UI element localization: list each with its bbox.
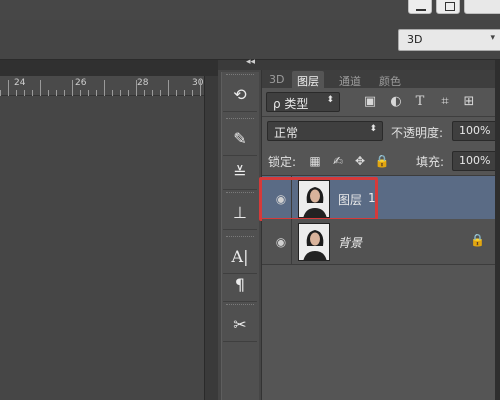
divider — [291, 219, 292, 265]
minimize-icon — [416, 9, 426, 11]
layer-filter-select[interactable]: ρ 类型 ⬍ — [266, 92, 340, 112]
panel-dock-header: ◂◂ — [218, 57, 500, 70]
workspace-select-value: 3D — [407, 33, 423, 46]
lock-pixels-icon[interactable]: ✍ — [330, 153, 346, 169]
window-edge — [495, 60, 500, 400]
type-filter-icon[interactable]: T — [412, 94, 428, 110]
blend-mode-select[interactable]: 正常 ⬍ — [267, 121, 383, 141]
restore-button[interactable] — [436, 0, 460, 14]
ruler-tick — [168, 80, 169, 96]
chevron-down-icon: ▾ — [490, 33, 495, 43]
fill-field[interactable]: 100% — [452, 151, 500, 171]
ruler-tick-label: 30 — [192, 78, 204, 88]
brush-presets-icon[interactable]: ≚ — [223, 156, 257, 190]
tab-channels[interactable]: 通道 — [334, 71, 366, 88]
canvas-edge — [204, 76, 218, 400]
lock-all-icon[interactable]: 🔒 — [374, 153, 390, 169]
dock-handle[interactable] — [226, 74, 254, 76]
dock-handle[interactable] — [226, 236, 254, 238]
horizontal-ruler — [0, 76, 204, 96]
ruler-tick — [104, 80, 105, 96]
tab-3d[interactable]: 3D — [264, 71, 289, 88]
tool-presets-icon[interactable]: ✂ — [223, 308, 257, 342]
workspace-select[interactable]: 3D ▾ — [398, 29, 500, 51]
layer-filter-label: ρ 类型 — [273, 97, 309, 111]
clone-source-icon[interactable]: ⊥ — [223, 196, 257, 230]
tab-layers[interactable]: 图层 — [292, 71, 324, 88]
history-icon[interactable]: ⟲ — [223, 78, 257, 112]
lock-position-icon[interactable]: ✥ — [352, 153, 368, 169]
fill-value: 100% — [459, 154, 491, 167]
chevron-updown-icon: ⬍ — [369, 124, 377, 134]
eye-icon[interactable]: ◉ — [272, 235, 290, 249]
opacity-value: 100% — [459, 124, 491, 137]
selection-highlight — [259, 177, 378, 221]
lock-icon: 🔒 — [470, 233, 485, 247]
opacity-field[interactable]: 100% — [452, 121, 500, 141]
smart-object-filter-icon[interactable]: ⊞ — [461, 94, 477, 110]
layer-row-background[interactable]: ◉ 背景 🔒 — [262, 219, 500, 265]
opacity-label: 不透明度: — [391, 126, 444, 140]
ruler-tick-label: 24 — [14, 78, 26, 88]
document-canvas[interactable] — [0, 96, 204, 400]
ruler-tick — [8, 80, 9, 96]
paragraph-icon[interactable]: ¶ — [223, 268, 257, 302]
portrait-thumbnail — [299, 224, 329, 260]
brush-icon[interactable]: ✎ — [223, 122, 257, 156]
dock-handle[interactable] — [226, 118, 254, 120]
ruler-tick-label: 28 — [137, 78, 149, 88]
ruler-tick-label: 26 — [75, 78, 87, 88]
collapse-arrows-icon[interactable]: ◂◂ — [246, 57, 255, 67]
fill-label: 填充: — [416, 155, 445, 169]
ruler-tick — [200, 80, 201, 96]
image-filter-icon[interactable]: ▣ — [362, 94, 378, 110]
dock-handle[interactable] — [226, 192, 254, 194]
divider — [262, 116, 500, 117]
ruler-tick — [72, 80, 73, 96]
ruler-tick — [40, 80, 41, 96]
close-button[interactable] — [464, 0, 500, 14]
chevron-updown-icon: ⬍ — [326, 95, 334, 105]
lock-transparency-icon[interactable]: ▦ — [307, 153, 323, 169]
blend-mode-value: 正常 — [274, 126, 299, 140]
adjustment-filter-icon[interactable]: ◐ — [388, 94, 404, 110]
minimize-button[interactable] — [408, 0, 432, 14]
tab-color[interactable]: 颜色 — [374, 71, 406, 88]
shape-filter-icon[interactable]: ⌗ — [437, 94, 453, 110]
dock-handle[interactable] — [226, 304, 254, 306]
ruler-tick — [136, 80, 137, 96]
layer-name: 背景 — [338, 236, 363, 250]
restore-icon — [445, 2, 455, 11]
layer-thumbnail — [298, 223, 330, 261]
lock-label: 锁定: — [268, 155, 297, 169]
